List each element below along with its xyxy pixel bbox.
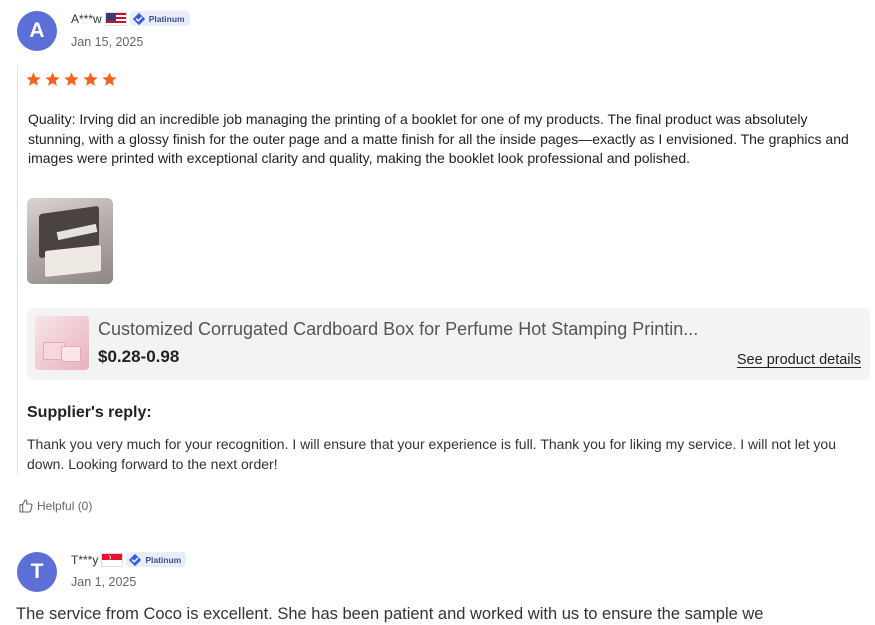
- helpful-label: Helpful (0): [37, 499, 93, 513]
- us-flag-icon: [104, 11, 127, 26]
- badge-label: Platinum: [145, 554, 182, 565]
- product-title[interactable]: Customized Corrugated Cardboard Box for …: [98, 319, 698, 340]
- product-thumbnail[interactable]: [35, 316, 89, 370]
- badge-label: Platinum: [148, 13, 185, 24]
- product-card[interactable]: Customized Corrugated Cardboard Box for …: [27, 308, 870, 380]
- platinum-badge: Platinum: [129, 11, 190, 26]
- star-icon: [26, 72, 41, 86]
- see-product-details-link[interactable]: See product details: [737, 352, 861, 368]
- thumbs-up-icon: [19, 499, 33, 513]
- star-icon: [83, 72, 98, 86]
- divider: [17, 66, 18, 474]
- sg-flag-icon: [101, 552, 124, 567]
- review-photo[interactable]: [27, 198, 113, 284]
- helpful-button[interactable]: Helpful (0): [18, 498, 92, 514]
- avatar: T: [17, 552, 57, 592]
- star-icon: [45, 72, 60, 86]
- supplier-reply-text: Thank you very much for your recognition…: [27, 436, 836, 472]
- star-icon: [64, 72, 79, 86]
- product-price: $0.28-0.98: [98, 347, 180, 366]
- reviewer-info: T***y Platinum: [71, 552, 187, 567]
- reviewer-name: A***w: [71, 11, 102, 26]
- platinum-badge: Platinum: [126, 552, 187, 567]
- review-date: Jan 15, 2025: [71, 35, 144, 49]
- reviewer-info: A***w Platinum: [71, 11, 190, 26]
- diamond-badge-icon: [129, 553, 142, 566]
- reviewer-name: T***y: [71, 552, 99, 567]
- star-icon: [102, 72, 117, 86]
- supplier-reply-heading: Supplier's reply:: [27, 404, 152, 421]
- review-text: The service from Coco is excellent. She …: [16, 605, 764, 623]
- diamond-badge-icon: [132, 12, 145, 25]
- review-text: Quality: Irving did an incredible job ma…: [28, 111, 849, 166]
- star-rating: [25, 71, 118, 88]
- review-date: Jan 1, 2025: [71, 575, 137, 589]
- avatar: A: [17, 11, 57, 51]
